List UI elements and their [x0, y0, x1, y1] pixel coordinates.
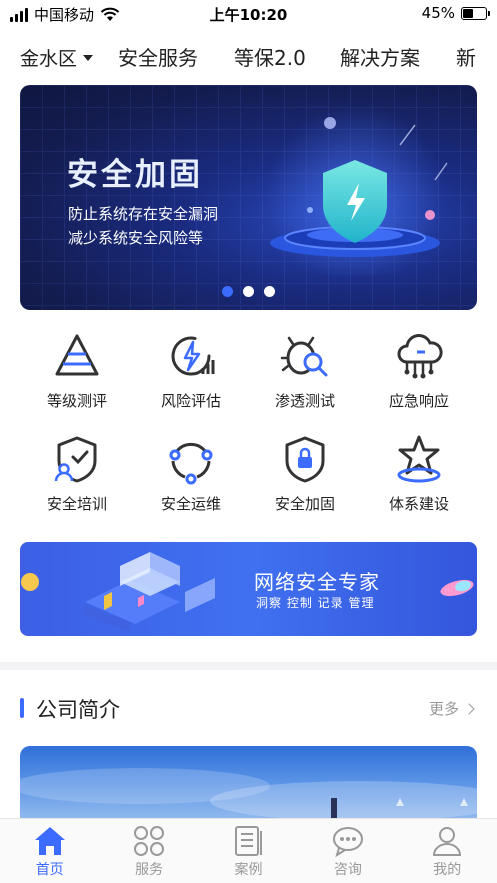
service-penetration-test[interactable]: 渗透测试: [250, 330, 360, 411]
caret-down-icon: [83, 54, 94, 61]
service-security-training[interactable]: 安全培训: [22, 433, 132, 514]
service-security-hardening[interactable]: 安全加固: [250, 433, 360, 514]
nav-item-solutions[interactable]: 解决方案: [340, 42, 420, 71]
tab-label: 我的: [433, 862, 462, 878]
promo-title: 网络安全专家: [254, 570, 380, 594]
tab-cases[interactable]: 案例: [199, 819, 298, 883]
tab-home[interactable]: 首页: [0, 819, 99, 883]
banner-line-1: 防止系统存在安全漏洞: [68, 205, 219, 223]
carousel-dots: [222, 286, 275, 297]
capsule-decoration-icon: [440, 579, 474, 597]
service-risk-assessment[interactable]: 风险评估: [136, 330, 246, 411]
section-divider: [0, 662, 497, 670]
pyramid-icon: [55, 334, 99, 376]
tab-label: 服务: [135, 862, 164, 878]
tab-label: 案例: [234, 862, 263, 878]
service-label: 安全培训: [46, 495, 107, 513]
home-icon: [34, 827, 65, 855]
service-system-construction[interactable]: 体系建设: [364, 433, 474, 514]
company-section-header: 公司简介 更多: [20, 692, 477, 728]
chat-icon: [332, 827, 363, 857]
isometric-network-illustration: [21, 552, 215, 632]
tab-label: 咨询: [333, 862, 362, 878]
service-label: 安全运维: [160, 495, 221, 513]
nav-item-dengbao[interactable]: 等保2.0: [234, 42, 306, 71]
region-label: 金水区: [20, 48, 78, 70]
service-label: 风险评估: [160, 392, 221, 410]
battery-fill: [463, 8, 473, 18]
tab-services[interactable]: 服务: [99, 819, 198, 883]
service-label: 等级测评: [46, 392, 107, 410]
nav-item-more-truncated[interactable]: 新: [456, 42, 476, 71]
battery-percent: 45%: [421, 4, 455, 22]
service-label: 渗透测试: [274, 392, 335, 410]
service-grading-assessment[interactable]: 等级测评: [22, 330, 132, 411]
cloud-network-icon: [397, 334, 443, 379]
promo-banner[interactable]: 网络安全专家 洞察 控制 记录 管理: [20, 542, 477, 636]
nav-item-security-service[interactable]: 安全服务: [118, 42, 198, 71]
company-cover-image[interactable]: [20, 746, 477, 826]
lightning-chart-icon: [171, 336, 215, 376]
carousel-dot-1[interactable]: [222, 286, 233, 297]
service-label: 应急响应: [388, 392, 449, 410]
status-right: 45%: [421, 4, 490, 22]
battery-icon: [461, 6, 490, 20]
star-platform-icon: [397, 435, 441, 483]
carousel-dot-2[interactable]: [243, 286, 254, 297]
promo-subtitle: 洞察 控制 记录 管理: [256, 596, 375, 610]
document-icon: [235, 826, 263, 856]
shield-user-icon: [54, 436, 97, 483]
chevron-right-icon: [463, 702, 475, 715]
status-bar: 中国移动 上午10:20 45%: [0, 0, 497, 28]
tab-mine[interactable]: 我的: [398, 819, 497, 883]
shield-illustration: [265, 105, 448, 275]
region-selector[interactable]: 金水区: [20, 44, 94, 71]
shield-lock-icon: [285, 436, 325, 483]
more-label: 更多: [428, 700, 459, 718]
sky-illustration: [20, 768, 477, 822]
banner-title: 安全加固: [67, 157, 203, 193]
service-label: 体系建设: [388, 495, 449, 513]
bottom-tab-bar: 首页 服务 案例 咨询 我的: [0, 818, 497, 883]
tab-label: 首页: [35, 862, 64, 878]
hero-banner[interactable]: 安全加固 防止系统存在安全漏洞 减少系统安全风险等: [20, 85, 477, 310]
banner-line-2: 减少系统安全风险等: [68, 229, 204, 247]
service-emergency-response[interactable]: 应急响应: [364, 330, 474, 411]
carousel-dot-3[interactable]: [264, 286, 275, 297]
section-accent-bar: [20, 698, 24, 718]
tab-consult[interactable]: 咨询: [298, 819, 397, 883]
user-icon: [433, 827, 462, 856]
service-security-ops[interactable]: 安全运维: [136, 433, 246, 514]
grid-icon: [134, 826, 165, 856]
more-link[interactable]: 更多: [428, 698, 475, 719]
cycle-nodes-icon: [169, 442, 213, 485]
bug-search-icon: [280, 336, 328, 377]
service-label: 安全加固: [274, 495, 335, 513]
company-section-title: 公司简介: [36, 698, 120, 722]
top-nav: 金水区 安全服务 等保2.0 解决方案 新: [0, 36, 497, 76]
